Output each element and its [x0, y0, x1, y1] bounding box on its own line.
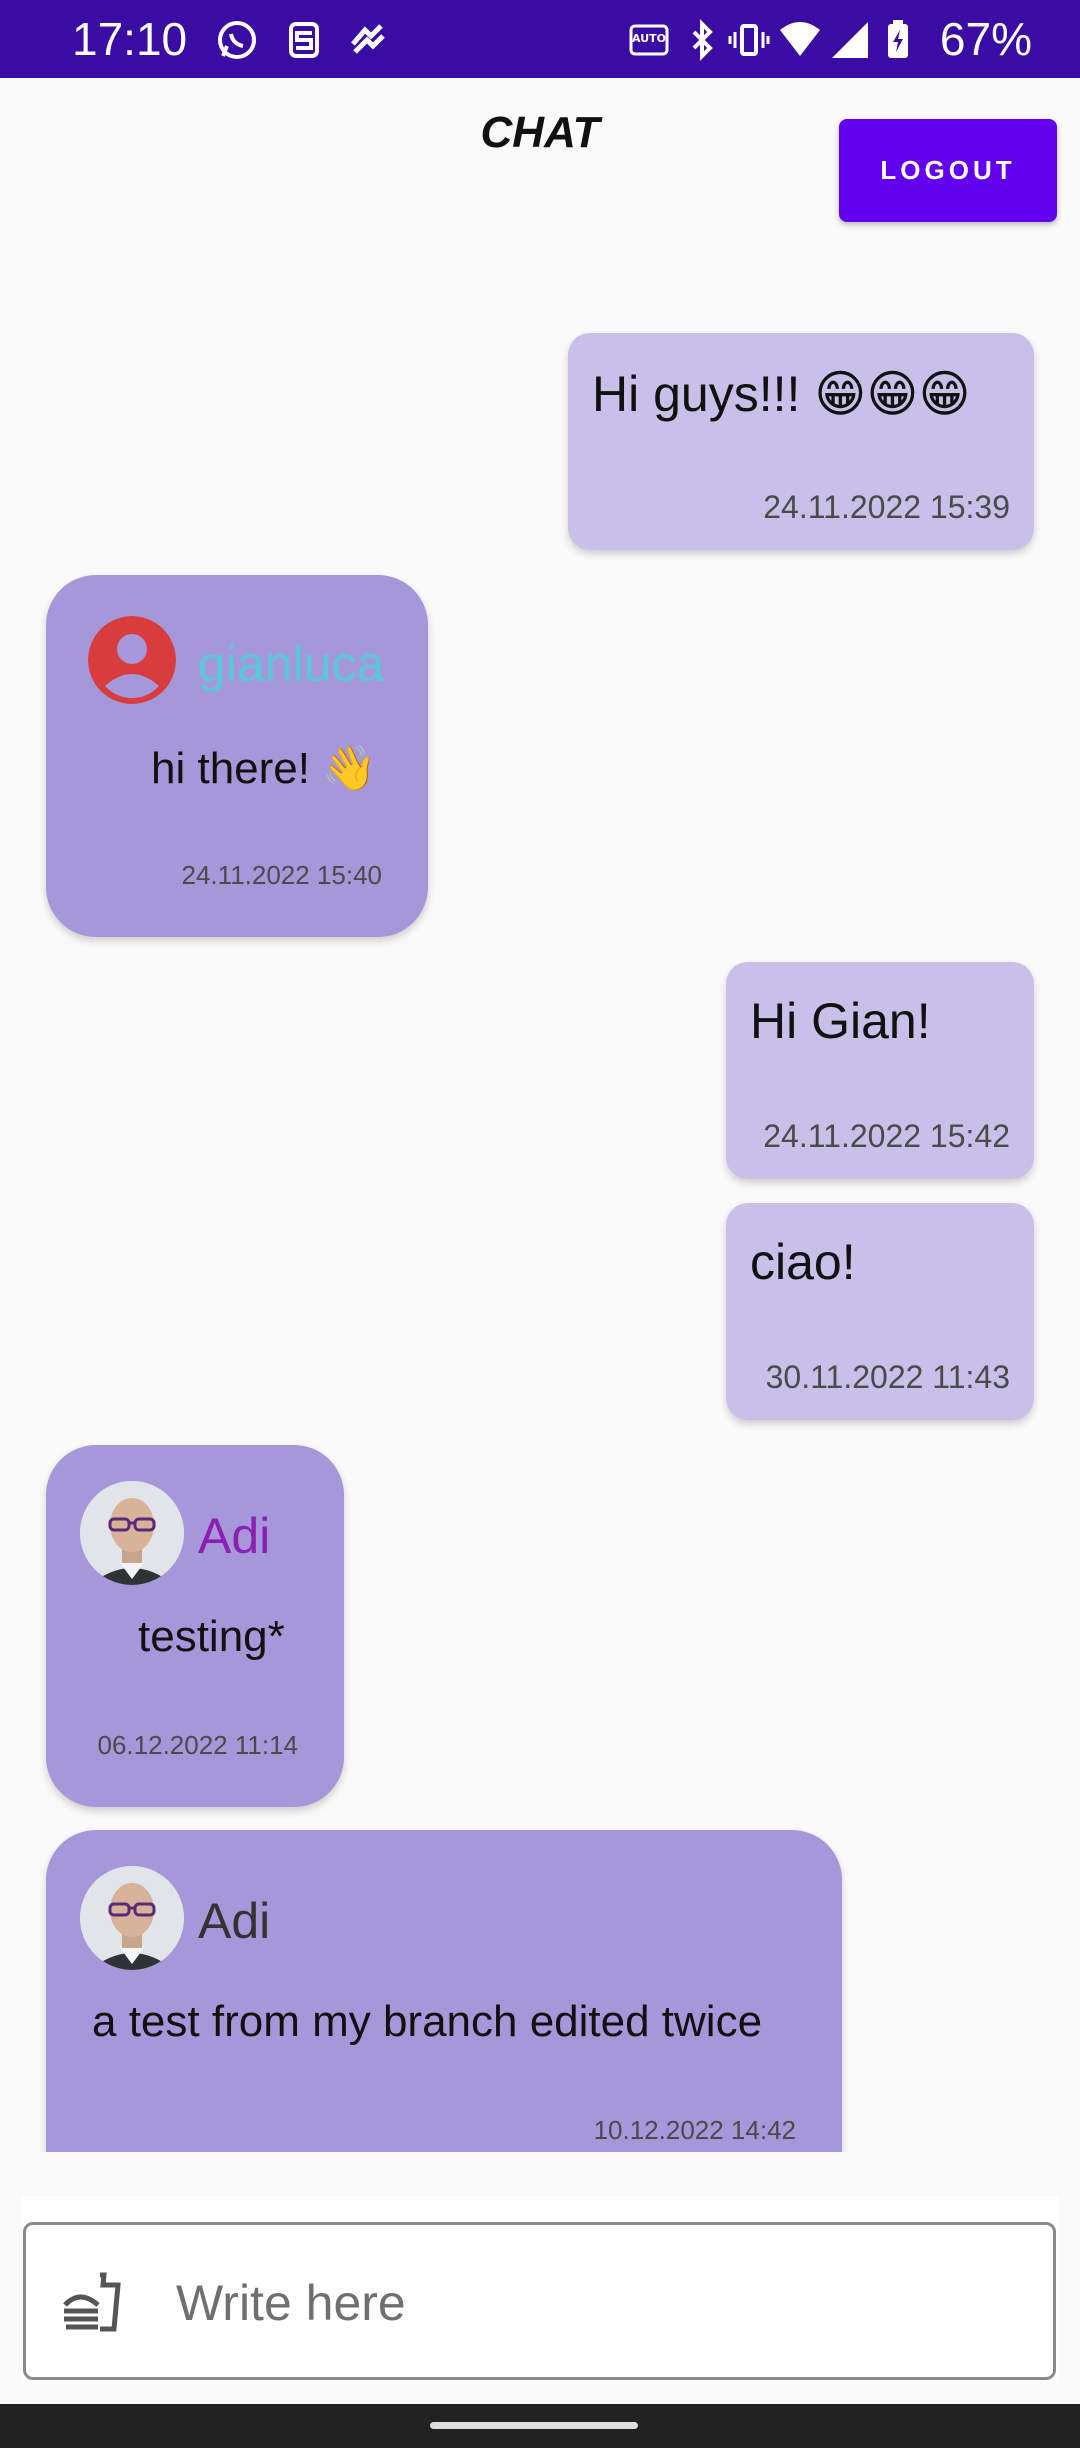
message-bubble-own[interactable]: Hi guys!!! 😁😁😁 24.11.2022 15:39: [568, 333, 1034, 550]
message-bubble-own[interactable]: ciao! 30.11.2022 11:43: [726, 1203, 1034, 1420]
health-app-icon: [351, 24, 385, 54]
message-text: a test from my branch edited twice: [92, 1997, 763, 2046]
message-timestamp: 06.12.2022 11:14: [97, 1730, 298, 1760]
message-bubble-other[interactable]: Adi testing* 06.12.2022 11:14: [46, 1445, 344, 1807]
bluetooth-icon: [692, 19, 713, 61]
photo-avatar: [80, 1866, 184, 1970]
message-timestamp: 24.11.2022 15:42: [763, 1118, 1010, 1154]
home-gesture-handle[interactable]: [430, 2422, 638, 2429]
message-text: hi there! 👋: [151, 744, 377, 793]
svg-text:AUTO: AUTO: [632, 32, 666, 45]
auto-hz-icon: AUTO: [629, 24, 669, 56]
message-text: Hi Gian!: [750, 993, 931, 1049]
system-nav-bar: [0, 2404, 1080, 2448]
message-input-container[interactable]: [23, 2222, 1056, 2380]
logout-button[interactable]: LOGOUT: [839, 119, 1057, 222]
wifi-icon: [780, 22, 820, 56]
message-text: testing*: [138, 1612, 285, 1661]
vibrate-icon: [728, 24, 770, 56]
photo-avatar: [80, 1481, 184, 1585]
message-text: ciao!: [750, 1234, 856, 1290]
default-person-icon: [88, 616, 176, 704]
message-list-clip: Adi a test from my branch edited twice 1…: [0, 1820, 1080, 2152]
sender-name: Adi: [198, 1893, 271, 1949]
fast-food-icon[interactable]: [60, 2271, 124, 2335]
signal-icon: [832, 22, 868, 58]
message-input[interactable]: [174, 2265, 1038, 2341]
message-bubble-own[interactable]: Hi Gian! 24.11.2022 15:42: [726, 962, 1034, 1179]
status-bar: 17:10 AUTO 67%: [0, 0, 1080, 78]
message-bubble-other[interactable]: Adi a test from my branch edited twice 1…: [46, 1830, 842, 2152]
message-bubble-other[interactable]: gianluca hi there! 👋 24.11.2022 15:40: [46, 575, 428, 937]
message-timestamp: 24.11.2022 15:40: [181, 860, 382, 890]
sender-name: gianluca: [198, 636, 385, 692]
message-timestamp: 30.11.2022 11:43: [765, 1359, 1010, 1395]
message-timestamp: 24.11.2022 15:39: [763, 489, 1010, 525]
whatsapp-icon: [218, 21, 256, 59]
s-app-icon: [289, 22, 319, 58]
sender-name: Adi: [198, 1508, 271, 1564]
message-timestamp: 10.12.2022 14:42: [593, 2115, 796, 2145]
battery-icon: [888, 20, 908, 58]
message-text: Hi guys!!! 😁😁😁: [592, 366, 971, 422]
status-time: 17:10: [72, 13, 188, 65]
battery-percent: 67%: [939, 13, 1032, 65]
